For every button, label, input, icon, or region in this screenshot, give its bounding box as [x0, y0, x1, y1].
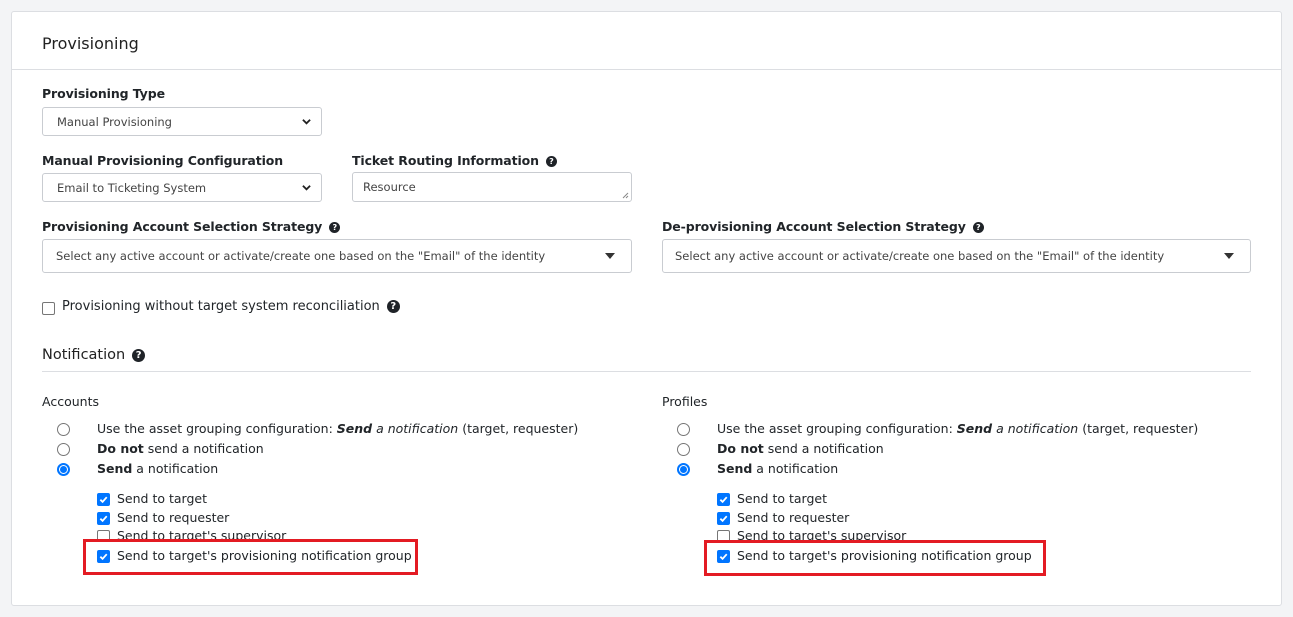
- caret-down-icon: [605, 253, 615, 259]
- ticket-routing-value: Resource: [363, 180, 416, 194]
- deprov-strategy-label: De-provisioning Account Selection Strate…: [662, 219, 984, 234]
- accounts-radio-send-label[interactable]: Send a notification: [97, 461, 218, 476]
- profiles-radio-send[interactable]: [677, 463, 690, 476]
- deprov-strategy-value: Select any active account or activate/cr…: [675, 249, 1165, 263]
- profiles-check-send-to-target[interactable]: [717, 493, 730, 506]
- chevron-down-icon: [302, 119, 311, 125]
- help-icon[interactable]: ?: [132, 349, 146, 362]
- no-reconciliation-label: Provisioning without target system recon…: [62, 299, 400, 314]
- profiles-radio-send-label[interactable]: Send a notification: [717, 461, 838, 476]
- ticket-routing-label: Ticket Routing Information?: [352, 153, 557, 168]
- label-bold: Do not: [717, 441, 764, 456]
- label-bold: Do not: [97, 441, 144, 456]
- label-emphasis: Send: [336, 421, 373, 436]
- notification-divider: [42, 371, 1251, 372]
- help-icon[interactable]: ?: [386, 300, 400, 313]
- manual-config-label: Manual Provisioning Configuration: [42, 153, 284, 168]
- label-text: Use the asset grouping configuration:: [97, 421, 337, 436]
- manual-config-value: Email to Ticketing System: [57, 180, 207, 195]
- profiles-title: Profiles: [662, 394, 708, 409]
- label-bold: Send: [97, 461, 133, 476]
- no-reconciliation-label-text[interactable]: Provisioning without target system recon…: [62, 299, 380, 314]
- manual-config-select[interactable]: Email to Ticketing System: [42, 173, 322, 202]
- label-emphasis: a notification: [992, 421, 1079, 436]
- profiles-radio-do-not-send-label[interactable]: Do not send a notification: [717, 441, 884, 456]
- check-icon: [99, 553, 108, 561]
- profiles-radio-asset-grouping-label[interactable]: Use the asset grouping configuration: Se…: [717, 421, 1198, 436]
- provisioning-type-label: Provisioning Type: [42, 86, 165, 101]
- prov-strategy-value: Select any active account or activate/cr…: [56, 249, 546, 263]
- accounts-radio-asset-grouping[interactable]: [57, 423, 70, 436]
- accounts-check-send-to-target-label[interactable]: Send to target: [117, 491, 207, 506]
- check-icon: [719, 515, 728, 523]
- prov-strategy-select[interactable]: Select any active account or activate/cr…: [42, 239, 632, 273]
- ticket-routing-label-text: Ticket Routing Information: [352, 153, 539, 168]
- check-icon: [99, 496, 108, 504]
- check-icon: [719, 553, 728, 561]
- label-emphasis: a notification: [372, 421, 459, 436]
- provisioning-type-value: Manual Provisioning: [57, 114, 172, 129]
- accounts-check-send-to-requester-label[interactable]: Send to requester: [117, 510, 229, 525]
- panel-title: Provisioning: [12, 12, 1281, 70]
- accounts-radio-send[interactable]: [57, 463, 70, 476]
- label-text: send a notification: [763, 441, 884, 456]
- profiles-radio-asset-grouping[interactable]: [677, 423, 690, 436]
- accounts-check-send-to-target[interactable]: [97, 493, 110, 506]
- profiles-check-send-to-notification-group[interactable]: [717, 550, 730, 563]
- accounts-radio-asset-grouping-label[interactable]: Use the asset grouping configuration: Se…: [97, 421, 578, 436]
- notification-title-text: Notification: [42, 347, 126, 363]
- profiles-check-send-to-notification-group-label[interactable]: Send to target's provisioning notificati…: [737, 548, 1032, 563]
- label-text: send a notification: [143, 441, 264, 456]
- notification-title: Notification?: [42, 347, 146, 363]
- label-text: (target, requester): [1078, 421, 1199, 436]
- ticket-routing-textarea[interactable]: Resource: [352, 172, 632, 202]
- label-emphasis: Send: [956, 421, 993, 436]
- prov-strategy-label-text: Provisioning Account Selection Strategy: [42, 219, 323, 234]
- help-icon[interactable]: ?: [545, 156, 557, 167]
- profiles-radio-do-not-send[interactable]: [677, 443, 690, 456]
- help-icon[interactable]: ?: [972, 222, 984, 233]
- chevron-down-icon: [302, 185, 311, 191]
- accounts-check-send-to-notification-group[interactable]: [97, 550, 110, 563]
- label-text: a notification: [752, 461, 839, 476]
- accounts-radio-do-not-send[interactable]: [57, 443, 70, 456]
- deprov-strategy-select[interactable]: Select any active account or activate/cr…: [662, 239, 1251, 273]
- accounts-radio-do-not-send-label[interactable]: Do not send a notification: [97, 441, 264, 456]
- profiles-check-send-to-requester[interactable]: [717, 512, 730, 525]
- accounts-title: Accounts: [42, 394, 99, 409]
- label-text: a notification: [132, 461, 219, 476]
- no-reconciliation-checkbox[interactable]: [42, 302, 55, 315]
- prov-strategy-label: Provisioning Account Selection Strategy?: [42, 219, 341, 234]
- resize-grip-icon[interactable]: [622, 192, 629, 199]
- label-text: Use the asset grouping configuration:: [717, 421, 957, 436]
- accounts-check-send-to-requester[interactable]: [97, 512, 110, 525]
- provisioning-type-select[interactable]: Manual Provisioning: [42, 107, 322, 136]
- check-icon: [719, 496, 728, 504]
- label-bold: Send: [717, 461, 753, 476]
- label-text: (target, requester): [458, 421, 579, 436]
- check-icon: [99, 515, 108, 523]
- help-icon[interactable]: ?: [329, 222, 341, 233]
- deprov-strategy-label-text: De-provisioning Account Selection Strate…: [662, 219, 966, 234]
- caret-down-icon: [1224, 253, 1234, 259]
- accounts-check-send-to-notification-group-label[interactable]: Send to target's provisioning notificati…: [117, 548, 412, 563]
- profiles-check-send-to-target-label[interactable]: Send to target: [737, 491, 827, 506]
- profiles-check-send-to-requester-label[interactable]: Send to requester: [737, 510, 849, 525]
